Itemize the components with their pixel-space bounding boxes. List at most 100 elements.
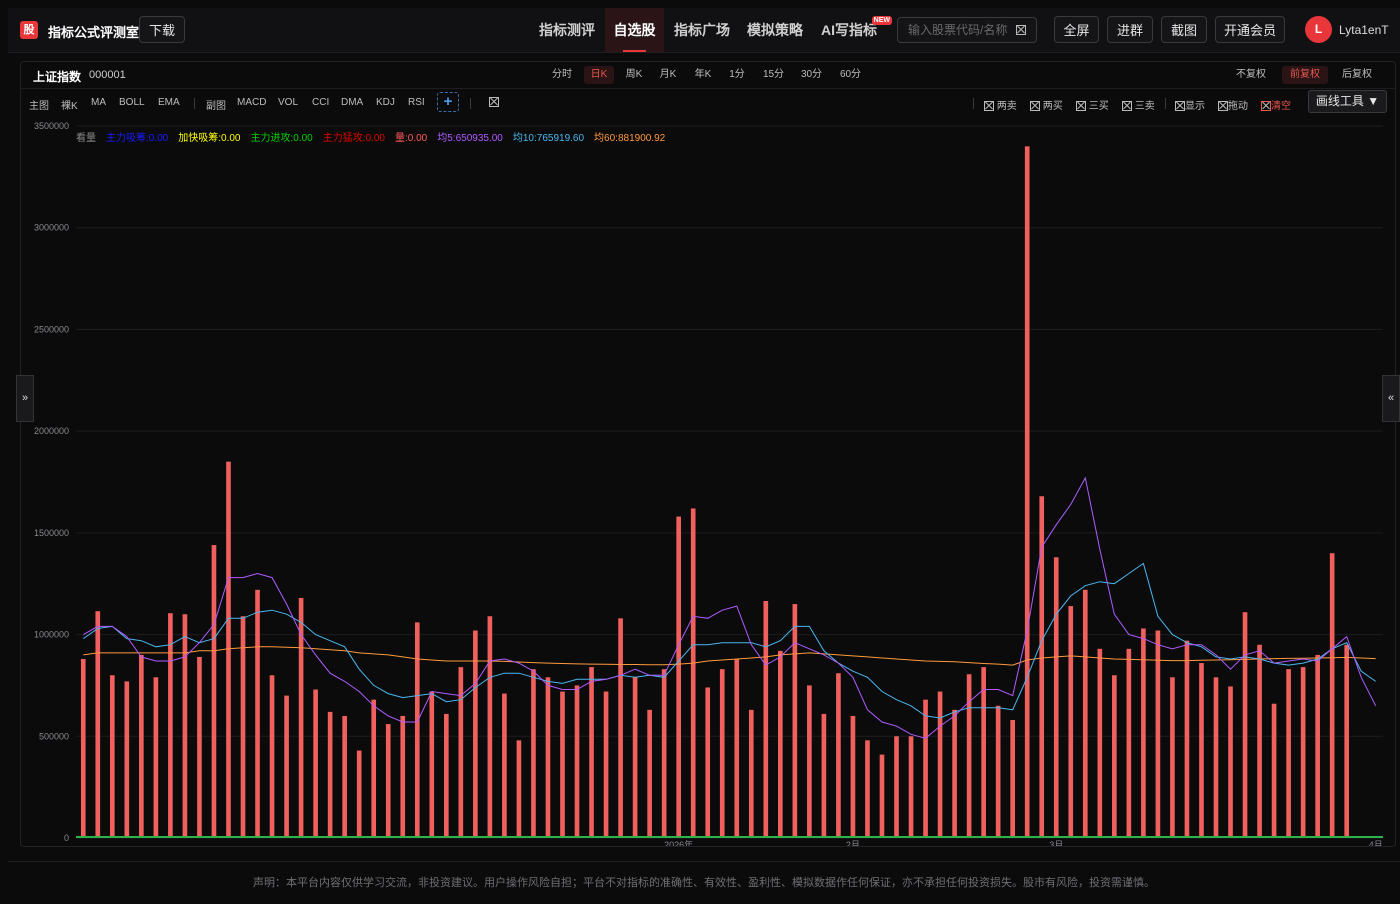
expand-right-panel-button[interactable]: « <box>1382 375 1400 422</box>
volume-bar <box>487 616 493 838</box>
volume-bar <box>1097 648 1103 838</box>
y-tick-label: 0 <box>64 833 69 843</box>
signal-two-buy[interactable]: 两买 <box>1030 97 1063 112</box>
main-item-bare-k[interactable]: 裸K <box>61 97 78 112</box>
volume-bar <box>850 715 856 838</box>
add-indicator-button[interactable]: + <box>437 92 459 112</box>
volume-bar <box>516 740 522 838</box>
toolbar-divider <box>470 98 471 109</box>
volume-bar <box>80 658 86 838</box>
volume-bar <box>1184 640 1190 838</box>
volume-bar <box>240 616 246 838</box>
adjust-forward[interactable]: 前复权 <box>1282 66 1328 84</box>
signal-drag-label: 拖动 <box>1228 101 1248 112</box>
volume-bar <box>124 681 130 838</box>
open-vip-button[interactable]: 开通会员 <box>1215 16 1285 43</box>
fullscreen-button[interactable]: 全屏 <box>1054 16 1099 43</box>
period-tab-yearly[interactable]: 年K <box>688 66 718 84</box>
nav-sim-strategy[interactable]: 模拟策略 <box>741 8 809 52</box>
nav-indicator-review[interactable]: 指标测评 <box>530 8 604 52</box>
period-tab-30min[interactable]: 30分 <box>795 66 828 84</box>
volume-bar <box>894 736 899 838</box>
nav-watchlist[interactable]: 自选股 <box>605 8 664 52</box>
drawing-tools-dropdown[interactable]: 画线工具 ▼ <box>1308 90 1387 113</box>
signal-two-sell-label: 两卖 <box>996 101 1017 112</box>
signal-show[interactable]: 显示 <box>1175 97 1205 112</box>
period-tab-daily[interactable]: 日K <box>584 66 614 84</box>
toolbar-divider <box>973 98 974 109</box>
checkbox-icon <box>1175 101 1185 112</box>
nav-ai-indicator[interactable]: AI写指标 NEW <box>814 8 892 52</box>
volume-bar <box>168 613 173 838</box>
user-avatar[interactable]: L <box>1305 16 1332 43</box>
signal-two-sell[interactable]: 两卖 <box>984 97 1017 112</box>
volume-bar <box>734 658 740 838</box>
sub-item-vol[interactable]: VOL <box>278 97 298 108</box>
screenshot-button[interactable]: 截图 <box>1161 16 1207 43</box>
volume-bar <box>1068 606 1074 838</box>
volume-bar <box>995 705 1001 838</box>
clear-indicator-icon[interactable] <box>489 97 499 108</box>
volume-bar <box>661 669 667 838</box>
volume-bar <box>1112 675 1117 838</box>
signal-drag[interactable]: 拖动 <box>1218 97 1248 112</box>
volume-bar <box>981 667 986 838</box>
volume-bar <box>153 677 159 838</box>
signal-three-buy[interactable]: 三买 <box>1076 97 1109 112</box>
volume-bar <box>705 687 711 838</box>
user-name[interactable]: Lyta1enT <box>1339 23 1389 37</box>
main-item-boll[interactable]: BOLL <box>119 97 145 108</box>
stock-search-input[interactable] <box>898 18 1018 42</box>
period-tab-timeshare[interactable]: 分时 <box>547 66 577 84</box>
stock-name: 上证指数 <box>33 70 82 84</box>
indicator-legend: 看量 主力吸筹:0.00 加快吸筹:0.00 主力进攻:0.00 主力猛攻:0.00 量:… <box>76 129 675 144</box>
period-tab-weekly[interactable]: 周K <box>619 66 649 84</box>
volume-bar <box>197 656 202 838</box>
volume-bar <box>109 675 115 838</box>
volume-chart[interactable]: 0 500000 1000000 1500000 2000000 2500000 30000… <box>21 116 1395 846</box>
volume-bar <box>1053 557 1059 838</box>
nav-indicator-square[interactable]: 指标广场 <box>668 8 736 52</box>
stock-search-box[interactable] <box>897 17 1037 43</box>
main-item-ma[interactable]: MA <box>91 97 106 108</box>
y-tick-label: 2500000 <box>34 324 69 334</box>
sub-item-dma[interactable]: DMA <box>341 97 363 108</box>
volume-bar <box>792 604 798 838</box>
volume-bar <box>371 699 377 838</box>
top-nav-bar: 股 指标公式评测室 下载 指标测评 自选股 指标广场 模拟策略 AI写指标 NE… <box>8 8 1400 53</box>
checkbox-icon <box>1122 101 1132 112</box>
period-tab-60min[interactable]: 60分 <box>834 66 867 84</box>
adjust-backward[interactable]: 后复权 <box>1336 66 1378 84</box>
volume-bar <box>414 622 420 838</box>
y-tick-label: 2000000 <box>34 426 69 436</box>
sub-item-kdj[interactable]: KDJ <box>376 97 395 108</box>
sub-item-macd[interactable]: MACD <box>237 97 266 108</box>
join-group-button[interactable]: 进群 <box>1107 16 1153 43</box>
ma60-line <box>83 646 1376 666</box>
volume-bar <box>865 740 870 838</box>
adjust-none[interactable]: 不复权 <box>1230 66 1272 84</box>
search-clear-icon[interactable] <box>1016 25 1026 35</box>
checkbox-icon <box>1261 101 1271 112</box>
period-tab-15min[interactable]: 15分 <box>757 66 790 84</box>
toolbar-divider <box>1165 98 1166 109</box>
sub-item-cci[interactable]: CCI <box>312 97 329 108</box>
period-tab-monthly[interactable]: 月K <box>653 66 683 84</box>
sub-item-rsi[interactable]: RSI <box>408 97 425 108</box>
volume-bar <box>574 685 580 838</box>
download-button[interactable]: 下载 <box>139 16 185 43</box>
expand-left-panel-button[interactable]: » <box>16 375 34 422</box>
signal-clear[interactable]: 清空 <box>1261 97 1291 112</box>
volume-bar <box>95 611 101 838</box>
y-tick-label: 3000000 <box>34 223 69 233</box>
signal-three-sell[interactable]: 三卖 <box>1122 97 1155 112</box>
legend-item: 均5:650935.00 <box>437 133 503 144</box>
y-tick-label: 1000000 <box>34 630 69 640</box>
signal-show-label: 显示 <box>1185 101 1205 112</box>
main-item-ema[interactable]: EMA <box>158 97 180 108</box>
volume-bar <box>269 675 275 838</box>
volume-bar <box>632 677 638 838</box>
nav-ai-indicator-label: AI写指标 <box>821 22 877 38</box>
volume-bar <box>1315 654 1320 838</box>
period-tab-1min[interactable]: 1分 <box>722 66 752 84</box>
